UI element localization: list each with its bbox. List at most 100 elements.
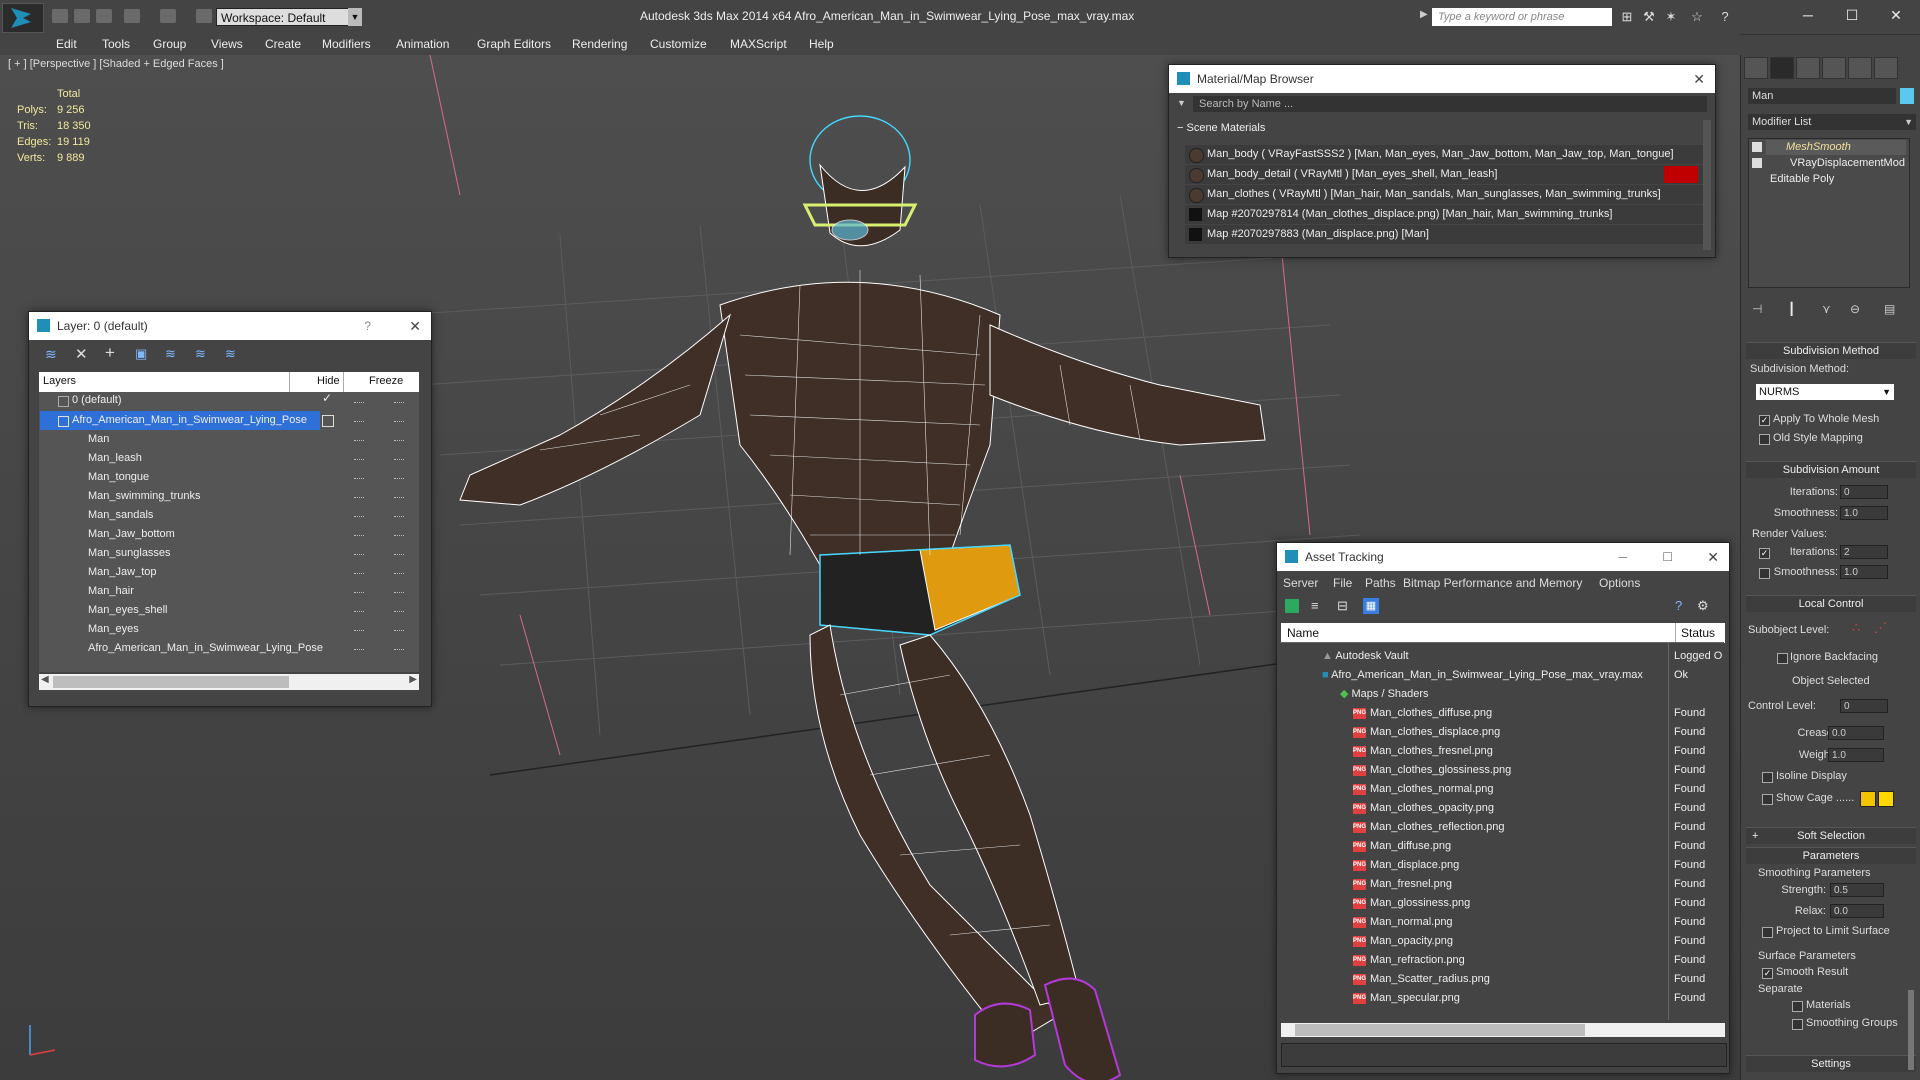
settings-icon[interactable]: ⚙ xyxy=(1697,598,1709,614)
rollout-settings[interactable]: Settings xyxy=(1746,1055,1916,1072)
smooth-result-checkbox[interactable]: ✓ xyxy=(1762,968,1773,979)
vertical-scrollbar[interactable] xyxy=(1703,120,1711,250)
layer-row-object[interactable]: Man_eyes xyxy=(88,620,139,639)
refresh-icon[interactable] xyxy=(1285,599,1299,613)
show-cage-checkbox[interactable] xyxy=(1762,794,1773,805)
chevron-right-icon[interactable]: ▶ xyxy=(1420,9,1428,25)
minimize-icon[interactable]: ─ xyxy=(1788,4,1828,26)
asset-row-scene[interactable]: ■ Afro_American_Man_in_Swimwear_Lying_Po… xyxy=(1322,666,1643,685)
asset-row-file[interactable]: PNG Man_normal.png xyxy=(1353,913,1453,932)
weight-spinner[interactable]: 1.0 xyxy=(1828,748,1884,762)
layer-row-object[interactable]: Man_Jaw_top xyxy=(88,563,157,582)
stack-item-meshsmooth[interactable]: MeshSmooth xyxy=(1766,140,1906,155)
separate-smoothing-groups-checkbox[interactable] xyxy=(1792,1019,1803,1030)
freeze-toggle[interactable] xyxy=(394,421,404,424)
rollout-subdivision-method[interactable]: Subdivision Method xyxy=(1746,342,1916,359)
motion-tab-icon[interactable] xyxy=(1822,57,1846,79)
close-icon[interactable]: ✕ xyxy=(1707,543,1719,571)
pin-stack-icon[interactable]: ⊣ xyxy=(1752,302,1766,316)
search-input[interactable]: Type a keyword or phrase xyxy=(1432,8,1612,26)
asset-row-file[interactable]: PNG Man_clothes_normal.png xyxy=(1353,780,1494,799)
relax-spinner[interactable]: 0.0 xyxy=(1830,904,1884,918)
hide-toggle[interactable] xyxy=(354,535,364,538)
tree-view-icon[interactable]: ⊟ xyxy=(1337,598,1348,614)
chevron-down-icon[interactable]: ▼ xyxy=(348,8,362,26)
subdivision-method-select[interactable]: NURMS ▼ xyxy=(1756,384,1894,400)
chevron-right-icon[interactable]: ▶ xyxy=(409,674,417,685)
save-file-icon[interactable] xyxy=(96,9,112,23)
panel-scrollbar[interactable] xyxy=(1908,990,1914,1070)
maximize-icon[interactable]: ☐ xyxy=(1662,543,1673,571)
hide-toggle[interactable] xyxy=(354,516,364,519)
stack-item-vraydisplacement[interactable]: VRayDisplacementMod xyxy=(1766,156,1906,171)
project-limit-surface-checkbox[interactable] xyxy=(1762,927,1773,938)
apply-whole-mesh-checkbox[interactable]: ✓ xyxy=(1759,415,1770,426)
lightbulb-icon[interactable] xyxy=(1752,142,1762,152)
freeze-toggle[interactable] xyxy=(394,611,404,614)
help-icon[interactable]: ? xyxy=(1675,598,1682,613)
ignore-backfacing-checkbox[interactable] xyxy=(1777,653,1788,664)
layer-row-object[interactable]: Man_sunglasses xyxy=(88,544,171,563)
layer-row-object[interactable]: Man_Jaw_bottom xyxy=(88,525,175,544)
map-row[interactable]: Map #2070297883 (Man_displace.png) [Man] xyxy=(1185,225,1703,244)
hide-toggle[interactable] xyxy=(354,459,364,462)
viewport-label[interactable]: [ + ] [Perspective ] [Shaded + Edged Fac… xyxy=(8,58,224,70)
table-view-icon[interactable]: ▦ xyxy=(1363,598,1379,614)
layer-row-object[interactable]: Man_tongue xyxy=(88,468,149,487)
asset-row-vault[interactable]: ▲ Autodesk Vault xyxy=(1322,647,1409,666)
column-freeze[interactable]: Freeze xyxy=(369,375,403,387)
delete-layer-icon[interactable]: ✕ xyxy=(75,345,88,363)
modify-tab-icon[interactable] xyxy=(1770,57,1794,79)
scene-materials-header[interactable]: − Scene Materials xyxy=(1177,120,1677,136)
redo-icon[interactable] xyxy=(160,9,176,23)
vertex-level-icon[interactable]: ∴ xyxy=(1852,620,1860,636)
rollout-subdivision-amount[interactable]: Subdivision Amount xyxy=(1746,461,1916,478)
hide-toggle[interactable] xyxy=(354,440,364,443)
strength-spinner[interactable]: 0.5 xyxy=(1830,883,1884,897)
layer-row-afro-american[interactable]: Afro_American_Man_in_Swimwear_Lying_Pose xyxy=(72,411,307,430)
open-file-icon[interactable] xyxy=(74,9,90,23)
show-end-result-icon[interactable]: ┃ xyxy=(1788,302,1802,316)
app-logo-button[interactable] xyxy=(2,3,44,33)
display-tab-icon[interactable] xyxy=(1848,57,1872,79)
freeze-toggle[interactable] xyxy=(394,459,404,462)
asset-row-file[interactable]: PNG Man_diffuse.png xyxy=(1353,837,1451,856)
horizontal-scrollbar[interactable] xyxy=(1281,1023,1725,1037)
maximize-icon[interactable]: ☐ xyxy=(1832,4,1872,26)
asset-menu-paths[interactable]: Paths xyxy=(1365,576,1396,590)
asset-row-file[interactable]: PNG Man_Scatter_radius.png xyxy=(1353,970,1490,989)
freeze-toggle[interactable] xyxy=(394,649,404,652)
stack-item-editable-poly[interactable]: Editable Poly xyxy=(1756,172,1896,187)
freeze-toggle[interactable] xyxy=(394,516,404,519)
menu-rendering[interactable]: Rendering xyxy=(572,34,627,54)
asset-row-file[interactable]: PNG Man_fresnel.png xyxy=(1353,875,1452,894)
layer-row-object[interactable]: Afro_American_Man_in_Swimwear_Lying_Pose xyxy=(88,639,323,658)
layer-window-titlebar[interactable]: Layer: 0 (default) ? ✕ xyxy=(29,312,431,340)
hide-toggle[interactable] xyxy=(354,611,364,614)
menu-tools[interactable]: Tools xyxy=(102,34,130,54)
render-smoothness-spinner[interactable]: 1.0 xyxy=(1840,565,1888,579)
object-name-field[interactable]: Man xyxy=(1748,88,1896,104)
make-unique-icon[interactable]: ⋎ xyxy=(1822,302,1836,316)
menu-help[interactable]: Help xyxy=(809,34,834,54)
hide-toggle[interactable] xyxy=(354,573,364,576)
smoothness-spinner[interactable]: 1.0 xyxy=(1840,506,1888,520)
menu-create[interactable]: Create xyxy=(265,34,301,54)
freeze-toggle[interactable] xyxy=(394,592,404,595)
chevron-down-icon[interactable]: ▼ xyxy=(1177,98,1186,108)
iterations-spinner[interactable]: 0 xyxy=(1840,485,1888,499)
hide-toggle[interactable] xyxy=(354,554,364,557)
asset-row-file[interactable]: PNG Man_clothes_diffuse.png xyxy=(1353,704,1492,723)
asset-row-file[interactable]: PNG Man_displace.png xyxy=(1353,856,1459,875)
asset-row-file[interactable]: PNG Man_glossiness.png xyxy=(1353,894,1470,913)
close-icon[interactable]: ✕ xyxy=(409,312,421,340)
cage-selection-color-swatch[interactable] xyxy=(1878,791,1894,807)
hide-toggle[interactable] xyxy=(354,421,364,424)
asset-menu-file[interactable]: File xyxy=(1333,576,1352,590)
freeze-toggle[interactable] xyxy=(394,535,404,538)
menu-edit[interactable]: Edit xyxy=(56,34,77,54)
asset-row-file[interactable]: PNG Man_specular.png xyxy=(1353,989,1460,1008)
freeze-toggle[interactable] xyxy=(394,402,404,405)
freeze-toggle[interactable] xyxy=(394,440,404,443)
column-hide[interactable]: Hide xyxy=(317,375,340,387)
